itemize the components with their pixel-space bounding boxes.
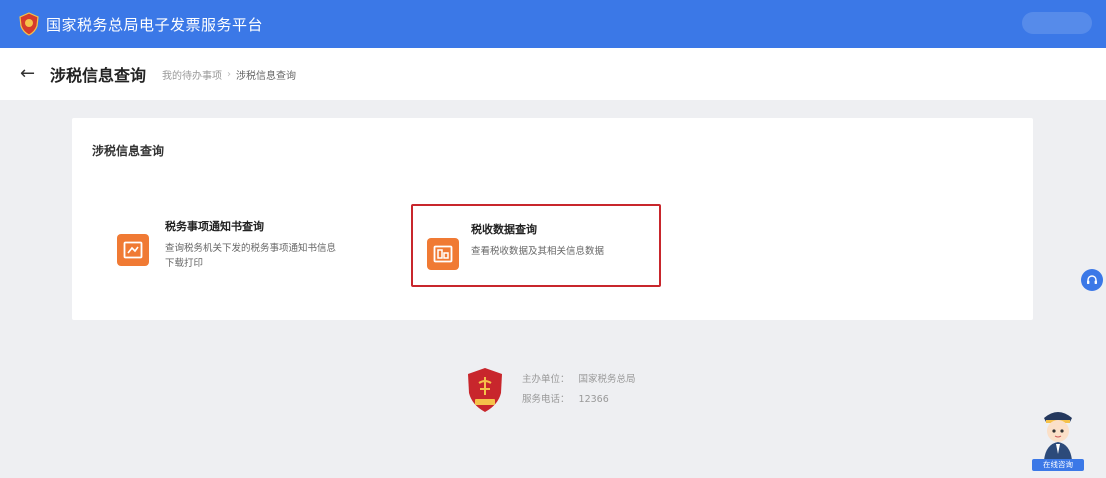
assistant-widget[interactable]: 在线咨询: [1032, 404, 1084, 474]
sub-header: ← 涉税信息查询 我的待办事项 › 涉税信息查询: [0, 48, 1106, 100]
assistant-avatar-icon: [1044, 412, 1072, 460]
item-tax-notice-query[interactable]: 税务事项通知书查询 查询税务机关下发的税务事项通知书信息 下载打印: [117, 218, 377, 271]
breadcrumb: 我的待办事项 › 涉税信息查询: [162, 67, 296, 82]
user-menu[interactable]: [1022, 12, 1092, 34]
footer-value: 国家税务总局: [578, 374, 636, 385]
footer-phone: 12366: [578, 394, 609, 405]
emblem-icon: [19, 12, 39, 36]
top-bar: 国家税务总局电子发票服务平台: [0, 0, 1106, 48]
section-title: 涉税信息查询: [92, 144, 165, 158]
breadcrumb-current: 涉税信息查询: [236, 70, 297, 82]
breadcrumb-separator: ›: [227, 68, 232, 80]
item-title: 税务事项通知书查询: [165, 220, 264, 233]
highlight-box: [411, 204, 661, 287]
breadcrumb-home[interactable]: 我的待办事项: [162, 67, 222, 82]
footer-label: 服务电话：: [522, 394, 570, 405]
footer-label: 主办单位：: [522, 374, 570, 385]
item-description-line2: 下载打印: [165, 258, 204, 269]
app-title: 国家税务总局电子发票服务平台: [46, 15, 264, 34]
item-description: 查询税务机关下发的税务事项通知书信息: [165, 243, 337, 254]
back-arrow-icon[interactable]: ←: [20, 65, 38, 83]
footer: 主办单位： 国家税务总局 服务电话： 12366: [466, 367, 636, 413]
headset-icon[interactable]: [1081, 269, 1103, 291]
document-icon: [117, 234, 149, 266]
query-card: 涉税信息查询 税务事项通知书查询 查询税务机关下发的税务事项通知书信息 下载打印…: [72, 118, 1033, 320]
assistant-label: 在线咨询: [1032, 459, 1084, 471]
tax-logo-icon: [468, 368, 502, 412]
page-title: 涉税信息查询: [50, 66, 147, 85]
